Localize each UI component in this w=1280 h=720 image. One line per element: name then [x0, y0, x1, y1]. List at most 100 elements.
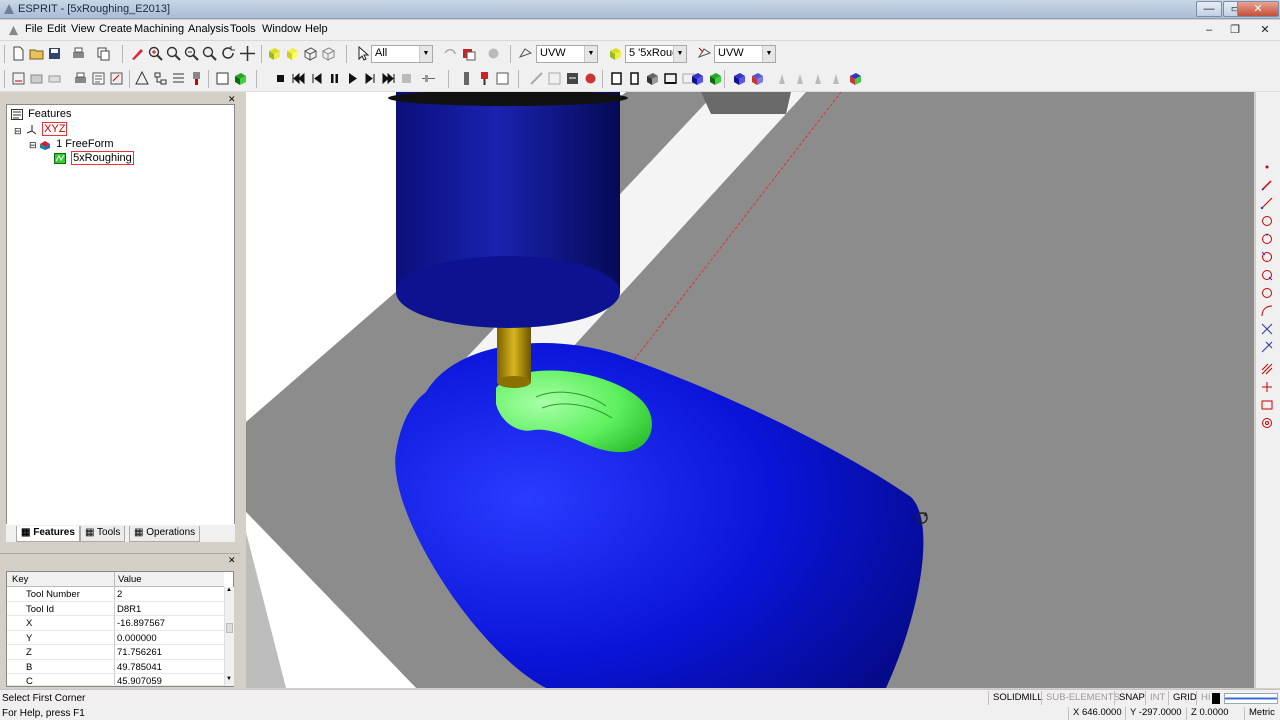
circle-icon[interactable] — [1260, 214, 1274, 228]
open-folder-icon[interactable] — [28, 45, 45, 62]
hierarchy-icon[interactable] — [152, 70, 169, 87]
view-top-icon[interactable] — [662, 70, 679, 87]
minimize-button[interactable]: — — [1196, 1, 1222, 17]
view-orient-icon[interactable] — [517, 45, 534, 62]
menu-view[interactable]: View — [68, 23, 98, 35]
tool-holder-icon[interactable] — [188, 70, 205, 87]
hand-tool-2-icon[interactable] — [792, 70, 809, 87]
scroll-thumb[interactable] — [226, 623, 233, 633]
tree-root[interactable]: Features — [11, 108, 71, 120]
work-plane-select[interactable]: UVW ▼ — [714, 45, 776, 63]
menu-window[interactable]: Window — [259, 23, 304, 35]
int-toggle[interactable]: INT — [1145, 691, 1169, 705]
menu-edit[interactable]: Edit — [44, 23, 69, 35]
line-style-selector[interactable] — [1224, 693, 1278, 704]
property-row[interactable]: Z 71.756261 — [7, 645, 224, 660]
tab-tools[interactable]: ▦ Tools — [80, 526, 126, 542]
rotate-icon[interactable] — [220, 45, 237, 62]
mode-indicator[interactable]: SOLIDMILL — [988, 691, 1047, 705]
property-row[interactable]: Tool Id D8R1 — [7, 601, 224, 616]
polygon-icon[interactable] — [1260, 416, 1274, 430]
toolpath-display-icon[interactable] — [494, 70, 511, 87]
graphics-viewport[interactable] — [246, 92, 1254, 688]
zoom-in-icon[interactable] — [147, 45, 164, 62]
nc-code-icon[interactable] — [90, 70, 107, 87]
hidden-line-icon[interactable] — [320, 45, 337, 62]
speed-slider-icon[interactable] — [420, 70, 437, 87]
extend-icon[interactable] — [1260, 340, 1274, 354]
cutter-icon[interactable] — [476, 70, 493, 87]
part-display-icon[interactable] — [731, 70, 748, 87]
menu-machining[interactable]: Machining — [131, 23, 187, 35]
tree-collapse-icon[interactable]: ⊟ — [29, 140, 37, 151]
machining-scene[interactable] — [246, 92, 1254, 688]
triangle-tool-icon[interactable] — [134, 70, 151, 87]
fast-forward-icon[interactable] — [380, 70, 397, 87]
tree-item-roughing[interactable]: 5xRoughing — [54, 151, 134, 165]
paint-icon[interactable] — [129, 45, 146, 62]
hand-tool-1-icon[interactable] — [774, 70, 791, 87]
zoom-out-icon[interactable] — [183, 45, 200, 62]
simulate-icon[interactable] — [214, 70, 231, 87]
play-icon[interactable] — [344, 70, 361, 87]
colorful-tool-icon[interactable] — [847, 70, 864, 87]
circle-tangent-icon[interactable] — [1260, 250, 1274, 264]
new-file-icon[interactable] — [10, 45, 27, 62]
hand-tool-3-icon[interactable] — [810, 70, 827, 87]
color-swatch[interactable] — [1212, 693, 1220, 704]
end-icon[interactable] — [398, 70, 415, 87]
point-icon[interactable] — [1260, 160, 1274, 174]
pencil-icon[interactable] — [1260, 178, 1274, 192]
curve-icon[interactable] — [1260, 304, 1274, 318]
compare-icon[interactable] — [564, 70, 581, 87]
shade-green-icon[interactable] — [707, 70, 724, 87]
property-row[interactable]: B 49.785041 — [7, 659, 224, 674]
trim-icon[interactable] — [1260, 322, 1274, 336]
menu-file[interactable]: File — [22, 23, 46, 35]
arc-icon[interactable] — [1260, 268, 1274, 282]
pause-icon[interactable] — [326, 70, 343, 87]
mdi-restore-button[interactable]: ❐ — [1226, 23, 1244, 38]
copy-icon[interactable] — [95, 45, 112, 62]
menu-analysis[interactable]: Analysis — [185, 23, 232, 35]
shade-blue-icon[interactable] — [689, 70, 706, 87]
fixture-icon[interactable] — [46, 70, 63, 87]
properties-panel-close-button[interactable]: ✕ — [228, 556, 237, 565]
save-icon[interactable] — [46, 45, 63, 62]
tree-item-freeform[interactable]: 1 FreeForm — [39, 138, 114, 150]
menu-create[interactable]: Create — [96, 23, 135, 35]
wireframe-icon[interactable] — [302, 45, 319, 62]
tool-list-icon[interactable] — [170, 70, 187, 87]
print-icon[interactable] — [70, 45, 87, 62]
line-icon[interactable] — [1260, 196, 1274, 210]
solid-shade-icon[interactable] — [266, 45, 283, 62]
rectangle-icon[interactable] — [1260, 398, 1274, 412]
view-front-icon[interactable] — [608, 70, 625, 87]
tab-operations[interactable]: ▦ Operations — [129, 526, 201, 542]
operation-select[interactable]: 5 '5xRough ▼ — [625, 45, 687, 63]
view-iso-icon[interactable] — [644, 70, 661, 87]
tangent-line-icon[interactable] — [1260, 380, 1274, 394]
zoom-window-icon[interactable] — [201, 45, 218, 62]
tree-collapse-icon[interactable]: ⊟ — [14, 126, 22, 137]
tree-item-xyz[interactable]: XYZ — [25, 122, 68, 136]
scroll-up-icon[interactable]: ▲ — [226, 587, 232, 593]
mdi-close-button[interactable]: ✕ — [1256, 23, 1274, 38]
view-plane-select[interactable]: UVW ▼ — [536, 45, 598, 63]
work-plane-icon[interactable] — [696, 45, 713, 62]
check-icon[interactable] — [582, 70, 599, 87]
view-side-icon[interactable] — [626, 70, 643, 87]
properties-scrollbar[interactable]: ▲ ▼ — [224, 587, 234, 686]
step-forward-icon[interactable] — [362, 70, 379, 87]
pan-icon[interactable] — [239, 45, 256, 62]
sub-elements-toggle[interactable]: SUB-ELEMENTS — [1041, 691, 1124, 705]
scroll-down-icon[interactable]: ▼ — [226, 676, 232, 682]
mdi-minimize-button[interactable]: – — [1200, 23, 1218, 38]
select-arrow-icon[interactable] — [354, 45, 371, 62]
section-icon[interactable] — [546, 70, 563, 87]
hatch-icon[interactable] — [1260, 362, 1274, 376]
simulate-solid-icon[interactable] — [232, 70, 249, 87]
layer-icon[interactable] — [460, 45, 477, 62]
stock-display-icon[interactable] — [749, 70, 766, 87]
tool-display-icon[interactable] — [458, 70, 475, 87]
